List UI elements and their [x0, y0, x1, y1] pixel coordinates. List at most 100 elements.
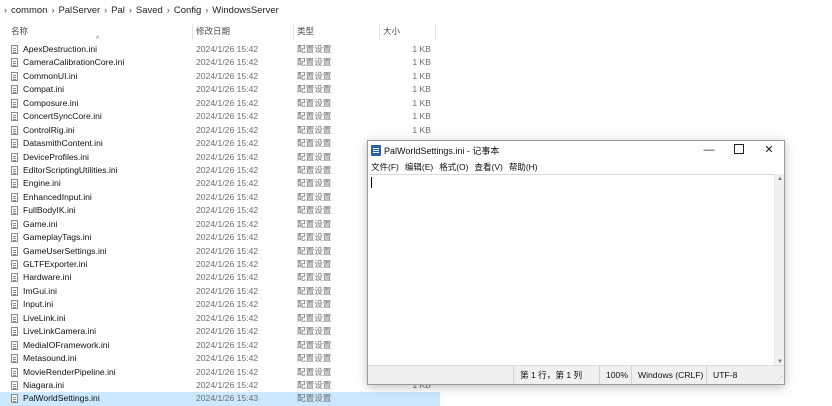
column-header-date[interactable]: 修改日期 — [196, 22, 292, 40]
file-date: 2024/1/26 15:42 — [196, 151, 259, 162]
file-type: 配置设置 — [297, 70, 332, 81]
status-encoding: UTF-8 — [706, 366, 773, 384]
file-name: DatasmithContent.ini — [23, 138, 103, 149]
menu-format[interactable]: 格式(O) — [436, 160, 471, 174]
file-date: 2024/1/26 15:42 — [196, 97, 259, 108]
file-name: EnhancedInput.ini — [23, 191, 92, 202]
column-divider[interactable] — [293, 24, 294, 40]
file-row[interactable]: CameraCalibrationCore.ini 2024/1/26 15:42… — [0, 56, 440, 69]
file-name: Engine.ini — [23, 178, 61, 189]
file-row[interactable]: Compat.ini 2024/1/26 15:42 配置设置 1 KB — [0, 83, 440, 96]
file-type: 配置设置 — [297, 285, 332, 296]
breadcrumb-item[interactable]: Saved — [135, 5, 164, 16]
file-type: 配置设置 — [297, 191, 332, 202]
file-row[interactable]: ApexDestruction.ini 2024/1/26 15:42 配置设置 1 … — [0, 43, 440, 56]
menu-edit[interactable]: 编辑(E) — [402, 160, 436, 174]
notepad-icon — [371, 145, 381, 156]
file-row[interactable]: CommonUI.ini 2024/1/26 15:42 配置设置 1 KB — [0, 70, 440, 83]
file-type: 配置设置 — [297, 138, 332, 149]
file-type: 配置设置 — [297, 205, 332, 216]
ini-file-icon — [11, 45, 18, 54]
ini-file-icon — [11, 327, 18, 337]
ini-file-icon — [11, 246, 18, 256]
ini-file-icon — [11, 300, 18, 310]
file-name: EditorScriptingUtilities.ini — [23, 164, 118, 175]
vertical-scrollbar[interactable]: ▲ ▼ — [774, 174, 784, 367]
ini-file-icon — [11, 233, 18, 243]
file-size: 1 KB — [412, 97, 431, 108]
breadcrumb-separator-icon[interactable]: › — [48, 5, 57, 15]
file-type: 配置设置 — [297, 393, 332, 404]
file-name: DeviceProfiles.ini — [23, 151, 89, 162]
column-header-type[interactable]: 类型 — [297, 22, 377, 40]
file-date: 2024/1/26 15:42 — [196, 84, 259, 95]
file-name: ImGui.ini — [23, 285, 57, 296]
notepad-titlebar[interactable]: PalWorldSettings.ini - 记事本 — ✕ — [368, 141, 784, 160]
ini-file-icon — [11, 340, 18, 350]
breadcrumb-item[interactable]: Config — [173, 5, 202, 16]
file-date: 2024/1/26 15:42 — [196, 191, 259, 202]
breadcrumb-separator-icon[interactable]: › — [126, 5, 135, 15]
breadcrumb-item[interactable]: Pal — [110, 5, 126, 16]
file-row[interactable]: ControlRig.ini 2024/1/26 15:42 配置设置 1 KB — [0, 124, 440, 137]
column-divider[interactable] — [192, 24, 193, 40]
file-type: 配置设置 — [297, 259, 332, 269]
file-row[interactable]: PalWorldSettings.ini 2024/1/26 15:43 配置设置 — [0, 392, 440, 406]
file-row[interactable]: Composure.ini 2024/1/26 15:42 配置设置 1 KB — [0, 97, 440, 110]
file-type: 配置设置 — [297, 124, 332, 135]
resize-grip-icon[interactable]: ⋰ — [776, 375, 783, 383]
column-divider[interactable] — [435, 24, 436, 40]
maximize-button[interactable] — [724, 141, 754, 160]
ini-file-icon — [11, 125, 18, 135]
menu-file[interactable]: 文件(F) — [368, 160, 402, 174]
file-name: CommonUI.ini — [23, 70, 78, 81]
file-type: 配置设置 — [297, 151, 332, 162]
file-size: 1 KB — [412, 57, 431, 68]
column-header-name[interactable]: 名称 — [11, 22, 191, 40]
file-size: 1 KB — [412, 111, 431, 122]
file-date: 2024/1/26 15:42 — [196, 379, 259, 390]
file-size: 1 KB — [412, 124, 431, 135]
breadcrumb-separator-icon[interactable]: › — [202, 5, 211, 15]
close-button[interactable]: ✕ — [754, 141, 784, 160]
column-divider[interactable] — [379, 24, 380, 40]
notepad-text-area[interactable] — [369, 174, 774, 367]
column-header-size[interactable]: 大小 — [383, 22, 435, 40]
file-date: 2024/1/26 15:42 — [196, 124, 259, 135]
scroll-up-icon[interactable]: ▲ — [775, 174, 785, 184]
file-date: 2024/1/26 15:42 — [196, 326, 259, 337]
file-name: Input.ini — [23, 299, 54, 310]
status-cursor-position: 第 1 行，第 1 列 — [513, 366, 604, 384]
breadcrumb-separator-icon[interactable]: › — [101, 5, 110, 15]
breadcrumb-item[interactable]: PalServer — [57, 5, 101, 16]
minimize-button[interactable]: — — [694, 141, 724, 160]
file-date: 2024/1/26 15:42 — [196, 164, 259, 175]
menu-view[interactable]: 查看(V) — [471, 160, 505, 174]
file-row[interactable]: ConcertSyncCore.ini 2024/1/26 15:42 配置设置 1 … — [0, 110, 440, 123]
ini-file-icon — [11, 260, 18, 269]
file-type: 配置设置 — [297, 312, 332, 323]
breadcrumb-item[interactable]: common — [10, 5, 48, 16]
breadcrumb-item[interactable]: WindowsServer — [211, 5, 280, 16]
notepad-window[interactable]: PalWorldSettings.ini - 记事本 — ✕ 文件(F) 编辑(… — [367, 140, 785, 385]
ini-file-icon — [11, 85, 18, 95]
ini-file-icon — [11, 139, 18, 149]
ini-file-icon — [11, 192, 18, 202]
file-name: GLTFExporter.ini — [23, 259, 88, 269]
breadcrumb-separator-icon[interactable]: › — [164, 5, 173, 15]
file-name: ControlRig.ini — [23, 124, 75, 135]
file-date: 2024/1/26 15:42 — [196, 111, 259, 122]
file-type: 配置设置 — [297, 111, 332, 122]
text-caret — [371, 177, 372, 188]
file-name: GameUserSettings.ini — [23, 245, 107, 256]
file-date: 2024/1/26 15:42 — [196, 259, 259, 269]
file-date: 2024/1/26 15:42 — [196, 232, 259, 243]
file-name: Composure.ini — [23, 97, 79, 108]
file-name: ApexDestruction.ini — [23, 44, 98, 54]
column-headers: ^ 名称 修改日期 类型 大小 — [0, 22, 440, 43]
menu-help[interactable]: 帮助(H) — [506, 160, 541, 174]
file-date: 2024/1/26 15:42 — [196, 138, 259, 149]
ini-file-icon — [11, 71, 18, 81]
file-name: Metasound.ini — [23, 353, 77, 364]
file-type: 配置设置 — [297, 245, 332, 256]
